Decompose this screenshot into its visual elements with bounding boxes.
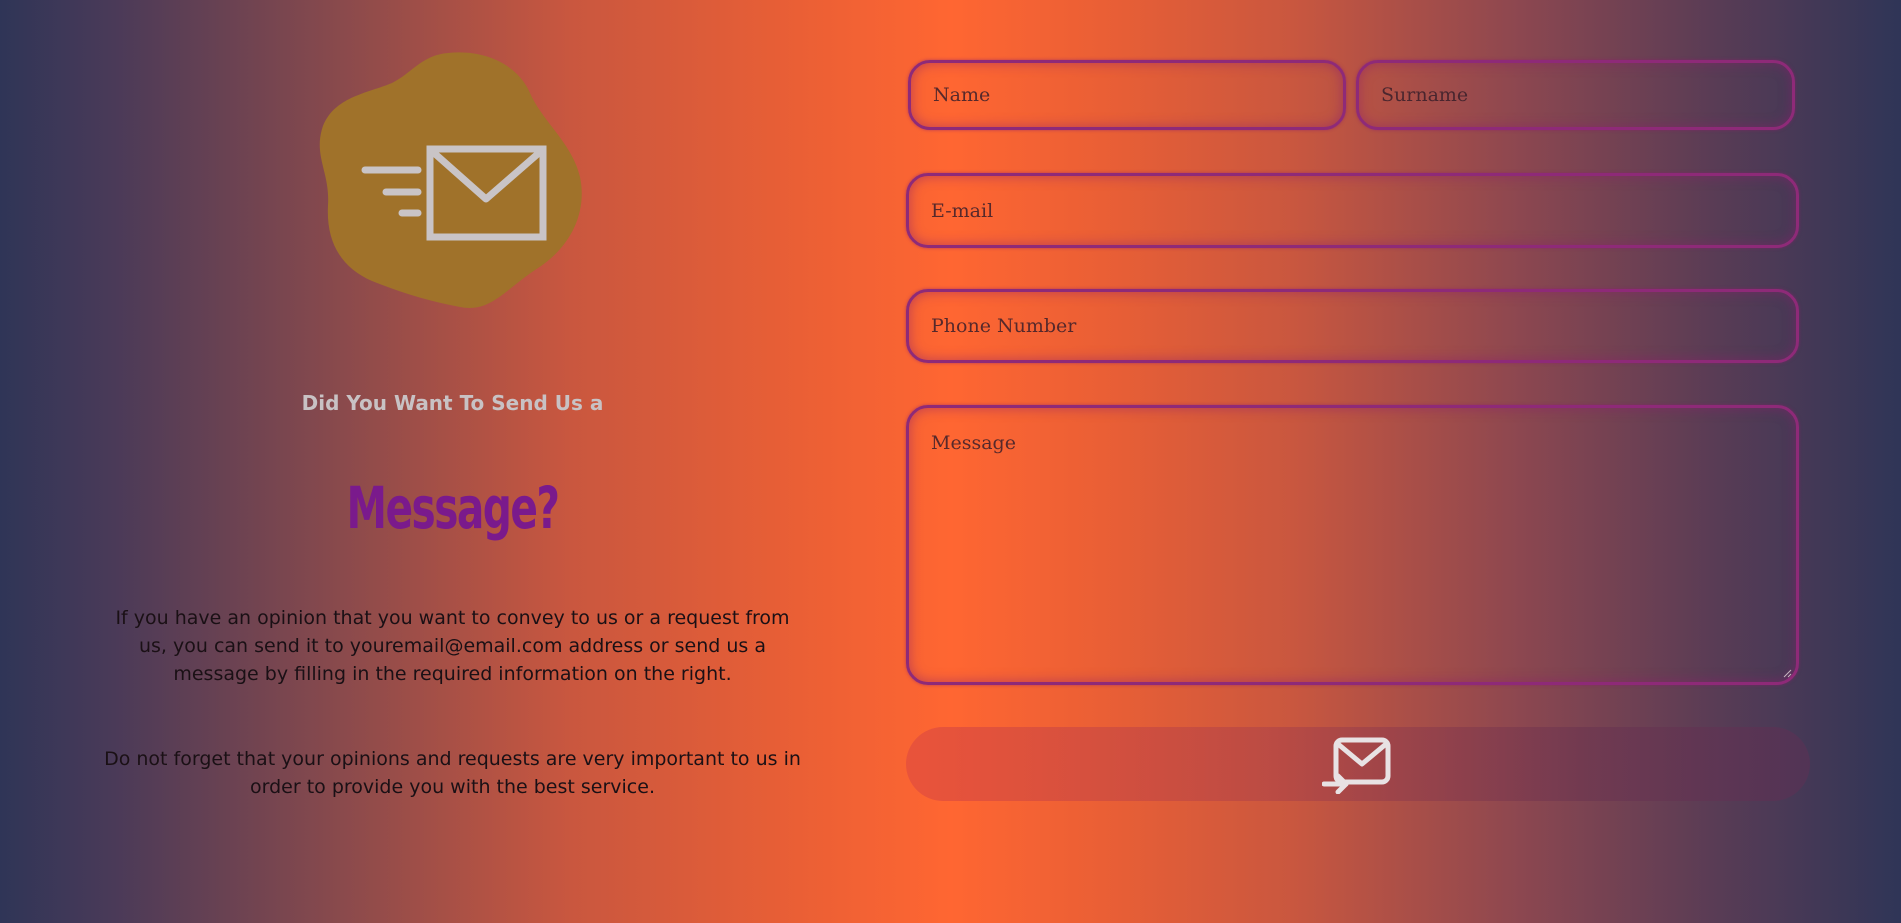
phone-field[interactable]: Phone Number — [906, 289, 1799, 363]
resize-grip-icon[interactable] — [1782, 668, 1792, 678]
message-placeholder: Message — [931, 432, 1016, 454]
message-textarea[interactable]: Message — [906, 405, 1799, 685]
email-field[interactable]: E-mail — [906, 173, 1799, 248]
page-title: Message? — [346, 474, 561, 542]
intro-paragraph: If you have an opinion that you want to … — [115, 607, 790, 685]
mail-illustration — [310, 45, 590, 315]
name-field[interactable]: Name — [908, 60, 1346, 130]
email-placeholder: E-mail — [931, 199, 994, 222]
phone-placeholder: Phone Number — [931, 315, 1077, 337]
closing-paragraph: Do not forget that your opinions and req… — [104, 748, 801, 798]
mail-send-icon — [1322, 737, 1391, 794]
surname-field[interactable]: Surname — [1356, 60, 1795, 130]
send-button[interactable] — [906, 727, 1810, 801]
mail-fast-icon — [319, 52, 582, 308]
surname-placeholder: Surname — [1381, 84, 1469, 106]
contact-info-panel: Did You Want To Send Us a Message? If yo… — [0, 0, 905, 923]
page-subtitle: Did You Want To Send Us a — [301, 391, 604, 415]
name-placeholder: Name — [933, 84, 991, 106]
